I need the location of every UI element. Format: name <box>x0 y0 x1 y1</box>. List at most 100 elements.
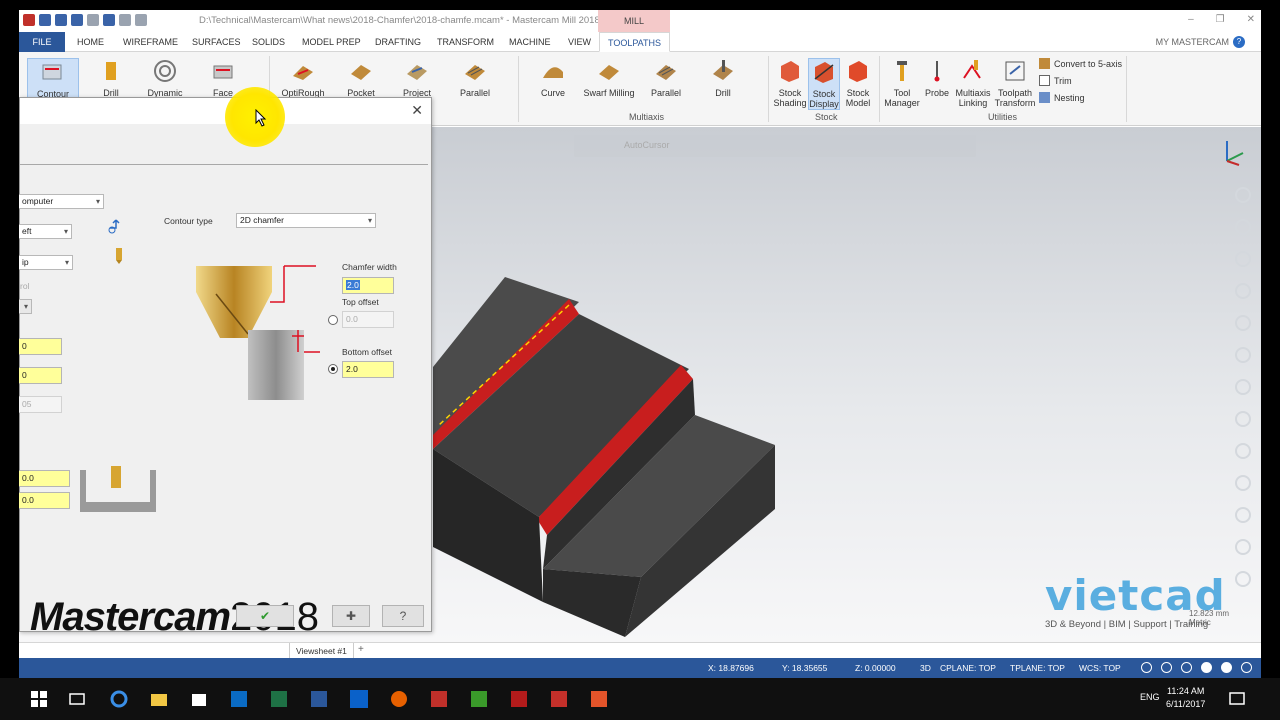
tab-machine[interactable]: MACHINE <box>509 32 551 52</box>
stock-model-button[interactable]: Stock Model <box>839 58 877 108</box>
tab-solids[interactable]: SOLIDS <box>252 32 285 52</box>
swarf-milling-button[interactable]: Swarf Milling <box>583 58 635 98</box>
chamfer-width-field[interactable]: 2.0 <box>342 277 394 294</box>
toolpath-transform-button[interactable]: Toolpath Transform <box>993 58 1037 108</box>
my-mastercam-link[interactable]: MY MASTERCAM <box>1156 32 1229 52</box>
outlook-icon[interactable] <box>230 690 248 708</box>
undo-icon[interactable] <box>119 14 131 26</box>
tab-wireframe[interactable]: WIREFRAME <box>123 32 178 52</box>
redo-icon[interactable] <box>135 14 147 26</box>
open-icon[interactable] <box>55 14 67 26</box>
firefox-icon[interactable] <box>390 690 408 708</box>
depth-field-b[interactable]: 0 <box>19 367 62 384</box>
top-offset-field[interactable]: 0.0 <box>342 311 394 328</box>
curve-button[interactable]: Curve <box>527 58 579 98</box>
edge-icon[interactable] <box>110 690 128 708</box>
nesting-button[interactable]: Nesting <box>1039 92 1085 103</box>
view-tool-icon[interactable] <box>1235 507 1251 523</box>
notifications-icon[interactable] <box>1228 690 1246 708</box>
restore-icon[interactable]: ❐ <box>1216 14 1225 25</box>
probe-button[interactable]: Probe <box>921 58 953 98</box>
top-offset-radio[interactable] <box>328 315 338 325</box>
save-icon[interactable] <box>71 14 83 26</box>
view-tool-icon[interactable] <box>1235 283 1251 299</box>
globe-icon[interactable] <box>1161 662 1172 673</box>
autocursor-label[interactable]: AutoCursor <box>624 140 670 150</box>
help-button[interactable]: ? <box>382 605 424 627</box>
mastercam-icon[interactable] <box>430 690 448 708</box>
z-stock-field[interactable]: 0.0 <box>19 492 70 509</box>
task-view-icon[interactable] <box>68 690 86 708</box>
optirough-button[interactable]: OptiRough <box>277 58 329 98</box>
settings-icon[interactable] <box>1241 662 1252 673</box>
tab-file[interactable]: FILE <box>19 32 65 52</box>
new-icon[interactable] <box>39 14 51 26</box>
shading-icon[interactable] <box>1221 662 1232 673</box>
compensation-type-select[interactable]: omputer <box>19 194 104 209</box>
tab-toolpaths[interactable]: TOOLPATHS <box>599 32 671 52</box>
view-tool-icon[interactable] <box>1235 187 1251 203</box>
contour-type-select[interactable]: 2D chamfer <box>236 213 376 228</box>
ok-button[interactable]: ✔ <box>236 605 294 627</box>
trim-button[interactable]: Trim <box>1039 75 1072 86</box>
tab-transform[interactable]: TRANSFORM <box>437 32 494 52</box>
word-icon[interactable] <box>310 690 328 708</box>
view-tool-icon[interactable] <box>1235 475 1251 491</box>
stock-shading-button[interactable]: Stock Shading <box>771 58 809 108</box>
file-explorer-icon[interactable] <box>150 690 168 708</box>
globe-icon[interactable] <box>1181 662 1192 673</box>
status-wcs[interactable]: WCS: TOP <box>1079 663 1121 673</box>
status-cplane[interactable]: CPLANE: TOP <box>940 663 996 673</box>
tab-surfaces[interactable]: SURFACES <box>192 32 241 52</box>
drill-multiaxis-button[interactable]: Drill <box>697 58 749 98</box>
dynamic-button[interactable]: Dynamic <box>139 58 191 98</box>
clock[interactable]: 11:24 AM 6/11/2017 <box>1166 685 1205 711</box>
drill-2d-button[interactable]: Drill <box>85 58 137 98</box>
view-tool-icon[interactable] <box>1235 571 1251 587</box>
view-tool-icon[interactable] <box>1235 443 1251 459</box>
windows-start-icon[interactable] <box>30 690 48 708</box>
tip-comp-select[interactable]: ip <box>19 255 73 270</box>
tab-view[interactable]: VIEW <box>568 32 591 52</box>
excel-icon[interactable] <box>270 690 288 708</box>
camtasia-icon[interactable] <box>470 690 488 708</box>
viewsheet-tab[interactable]: Viewsheet #1 <box>289 643 354 659</box>
depth-field-c[interactable]: 05 <box>19 396 62 413</box>
compensation-direction-select[interactable]: eft <box>19 224 72 239</box>
save-as-icon[interactable] <box>103 14 115 26</box>
multiaxis-linking-button[interactable]: Multiaxis Linking <box>953 58 993 108</box>
tab-home[interactable]: HOME <box>77 32 104 52</box>
help-icon[interactable]: ? <box>1233 36 1245 48</box>
acrobat-icon[interactable] <box>510 690 528 708</box>
close-icon[interactable]: ✕ <box>1247 14 1255 25</box>
view-tool-icon[interactable] <box>1235 315 1251 331</box>
recorder-icon[interactable] <box>590 690 608 708</box>
view-tool-icon[interactable] <box>1235 539 1251 555</box>
view-tool-icon[interactable] <box>1235 251 1251 267</box>
xy-stock-field[interactable]: 0.0 <box>19 470 70 487</box>
app-icon[interactable] <box>23 14 35 26</box>
view-tool-icon[interactable] <box>1235 347 1251 363</box>
print-icon[interactable] <box>87 14 99 26</box>
parallel-multiaxis-button[interactable]: Parallel <box>640 58 692 98</box>
shading-icon[interactable] <box>1201 662 1212 673</box>
view-tool-icon[interactable] <box>1235 219 1251 235</box>
status-mode[interactable]: 3D <box>920 663 931 673</box>
box-icon[interactable] <box>350 690 368 708</box>
minimize-icon[interactable]: – <box>1188 14 1194 25</box>
dialog-close-icon[interactable]: ✕ <box>411 102 423 119</box>
status-tplane[interactable]: TPLANE: TOP <box>1010 663 1065 673</box>
view-tool-icon[interactable] <box>1235 411 1251 427</box>
tool-manager-button[interactable]: Tool Manager <box>881 58 923 108</box>
roll-select[interactable] <box>19 299 32 314</box>
stock-display-button[interactable]: Stock Display <box>808 58 840 110</box>
view-tool-icon[interactable] <box>1235 379 1251 395</box>
store-icon[interactable] <box>190 690 208 708</box>
tab-drafting[interactable]: DRAFTING <box>375 32 421 52</box>
project-button[interactable]: Project <box>391 58 443 98</box>
convert-5-axis-button[interactable]: Convert to 5-axis <box>1039 58 1122 69</box>
parallel-3d-button[interactable]: Parallel <box>449 58 501 98</box>
pocket-button[interactable]: Pocket <box>335 58 387 98</box>
depth-field-a[interactable]: 0 <box>19 338 62 355</box>
add-button[interactable]: ✚ <box>332 605 370 627</box>
